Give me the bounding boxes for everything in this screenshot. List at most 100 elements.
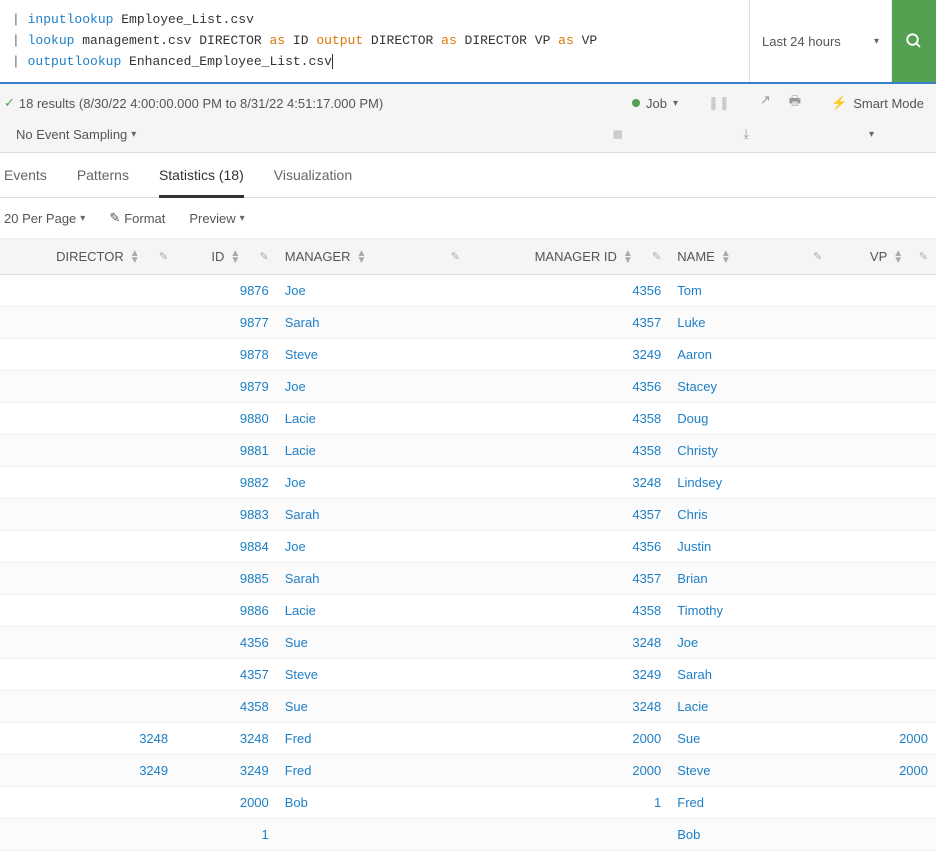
cell-name[interactable]: Tom xyxy=(677,283,702,298)
cell-manager[interactable]: Joe xyxy=(285,475,306,490)
cell-name[interactable]: Justin xyxy=(677,539,711,554)
cell-director[interactable]: 3248 xyxy=(139,731,168,746)
cell-manager[interactable]: Sarah xyxy=(285,315,320,330)
stop-button[interactable]: ◼ xyxy=(612,126,623,142)
cell-name[interactable]: Joe xyxy=(677,635,698,650)
cell-vp[interactable]: 2000 xyxy=(899,731,928,746)
event-sampling-menu[interactable]: No Event Sampling ▾ xyxy=(16,127,136,142)
cell-manager-id[interactable]: 4357 xyxy=(632,571,661,586)
cell-name[interactable]: Sarah xyxy=(677,667,712,682)
search-mode-menu[interactable]: ⚡ Smart Mode xyxy=(831,95,924,111)
cell-director[interactable]: 3249 xyxy=(139,763,168,778)
cell-id[interactable]: 4358 xyxy=(240,699,269,714)
cell-id[interactable]: 9877 xyxy=(240,315,269,330)
cell-name[interactable]: Christy xyxy=(677,443,717,458)
cell-manager-id[interactable]: 2000 xyxy=(632,763,661,778)
table-row[interactable]: 9876Joe4356Tom xyxy=(0,275,936,307)
download-button[interactable]: ⤓ xyxy=(743,126,749,142)
cell-id[interactable]: 9878 xyxy=(240,347,269,362)
cell-manager-id[interactable]: 4357 xyxy=(632,315,661,330)
cell-manager[interactable]: Sarah xyxy=(285,571,320,586)
table-row[interactable]: 9886Lacie4358Timothy xyxy=(0,595,936,627)
cell-manager[interactable]: Steve xyxy=(285,347,318,362)
rows-per-page-menu[interactable]: 20 Per Page ▾ xyxy=(4,211,85,226)
table-row[interactable]: 9881Lacie4358Christy xyxy=(0,435,936,467)
cell-id[interactable]: 4357 xyxy=(240,667,269,682)
preview-menu[interactable]: Preview ▾ xyxy=(189,211,244,226)
table-row[interactable]: 9885Sarah4357Brian xyxy=(0,563,936,595)
cell-id[interactable]: 9884 xyxy=(240,539,269,554)
column-header-name[interactable]: NAME▲▼✎ xyxy=(669,239,830,275)
tab-events[interactable]: Events xyxy=(4,167,47,197)
cell-id[interactable]: 9883 xyxy=(240,507,269,522)
cell-name[interactable]: Lacie xyxy=(677,699,708,714)
cell-id[interactable]: 1 xyxy=(262,827,269,842)
column-header-manager[interactable]: MANAGER▲▼✎ xyxy=(277,239,468,275)
cell-name[interactable]: Steve xyxy=(677,763,710,778)
time-range-picker[interactable]: Last 24 hours ▾ xyxy=(750,0,892,82)
cell-manager[interactable]: Lacie xyxy=(285,603,316,618)
table-row[interactable]: 9882 Joe 3248 Lindsey xyxy=(0,467,936,499)
job-menu[interactable]: Job ▾ xyxy=(632,96,678,111)
table-row[interactable]: 9884Joe4356Justin xyxy=(0,531,936,563)
tab-statistics[interactable]: Statistics (18) xyxy=(159,167,244,198)
cell-manager[interactable]: Sarah xyxy=(285,507,320,522)
search-button[interactable] xyxy=(892,0,936,82)
search-query-input[interactable]: | inputlookup Employee_List.csv | lookup… xyxy=(0,0,750,82)
cell-name[interactable]: Fred xyxy=(677,795,704,810)
cell-manager-id[interactable]: 4358 xyxy=(632,443,661,458)
cell-name[interactable]: Bob xyxy=(677,827,700,842)
table-row[interactable]: 9880Lacie4358Doug xyxy=(0,403,936,435)
pencil-icon[interactable]: ✎ xyxy=(260,250,269,263)
pencil-icon[interactable]: ✎ xyxy=(813,250,822,263)
cell-id[interactable]: 3249 xyxy=(240,763,269,778)
column-header-manager-id[interactable]: MANAGER ID▲▼ ✎ xyxy=(468,239,669,275)
cell-manager-id[interactable]: 4356 xyxy=(632,379,661,394)
cell-name[interactable]: Brian xyxy=(677,571,707,586)
cell-manager[interactable]: Lacie xyxy=(285,411,316,426)
pencil-icon[interactable]: ✎ xyxy=(159,250,168,263)
table-row[interactable]: 9878 Steve 3249 Aaron xyxy=(0,339,936,371)
cell-name[interactable]: Doug xyxy=(677,411,708,426)
cell-id[interactable]: 9886 xyxy=(240,603,269,618)
table-row[interactable]: 32483248Fred2000Sue2000 xyxy=(0,723,936,755)
table-row[interactable]: 2000Bob1Fred xyxy=(0,787,936,819)
cell-name[interactable]: Timothy xyxy=(677,603,723,618)
pencil-icon[interactable]: ✎ xyxy=(919,250,928,263)
format-menu[interactable]: ✎ Format xyxy=(109,210,165,226)
caret-down-icon[interactable]: ▾ xyxy=(869,129,874,140)
table-row[interactable]: 4356Sue3248Joe xyxy=(0,627,936,659)
pause-button[interactable]: ❚❚ xyxy=(708,95,730,111)
cell-manager-id[interactable]: 1 xyxy=(654,795,661,810)
cell-id[interactable]: 9879 xyxy=(240,379,269,394)
cell-manager-id[interactable]: 2000 xyxy=(632,731,661,746)
cell-manager[interactable]: Fred xyxy=(285,763,312,778)
cell-manager-id[interactable]: 3248 xyxy=(632,475,661,490)
cell-manager-id[interactable]: 3249 xyxy=(632,667,661,682)
cell-manager[interactable]: Steve xyxy=(285,667,318,682)
cell-name[interactable]: Stacey xyxy=(677,379,717,394)
column-header-vp[interactable]: VP▲▼ ✎ xyxy=(830,239,936,275)
cell-manager[interactable]: Lacie xyxy=(285,443,316,458)
cell-id[interactable]: 9876 xyxy=(240,283,269,298)
cell-vp[interactable]: 2000 xyxy=(899,763,928,778)
cell-manager[interactable]: Sue xyxy=(285,635,308,650)
cell-manager-id[interactable]: 3249 xyxy=(632,347,661,362)
cell-name[interactable]: Aaron xyxy=(677,347,712,362)
share-button[interactable]: ↗ xyxy=(760,92,771,114)
cell-manager[interactable]: Joe xyxy=(285,283,306,298)
cell-manager-id[interactable]: 4357 xyxy=(632,507,661,522)
table-row[interactable]: 4358Sue3248Lacie xyxy=(0,691,936,723)
cell-name[interactable]: Luke xyxy=(677,315,705,330)
tab-visualization[interactable]: Visualization xyxy=(274,167,352,197)
cell-manager[interactable]: Bob xyxy=(285,795,308,810)
table-row[interactable]: 4357 Steve 3249 Sarah xyxy=(0,659,936,691)
cell-id[interactable]: 9882 xyxy=(240,475,269,490)
cell-name[interactable]: Chris xyxy=(677,507,707,522)
cell-manager[interactable]: Fred xyxy=(285,731,312,746)
column-header-id[interactable]: ID▲▼ ✎ xyxy=(176,239,277,275)
table-row[interactable]: 3249 3249 Fred 2000 Steve 2000 xyxy=(0,755,936,787)
cell-manager[interactable]: Joe xyxy=(285,539,306,554)
cell-name[interactable]: Lindsey xyxy=(677,475,722,490)
cell-manager[interactable]: Joe xyxy=(285,379,306,394)
